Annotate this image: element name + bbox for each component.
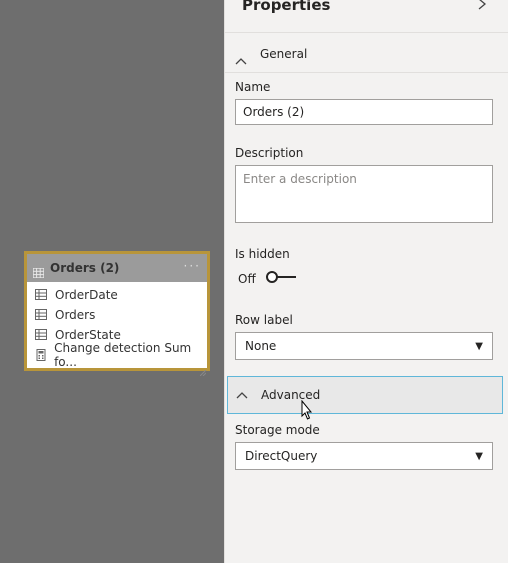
table-column-icon [35, 289, 49, 301]
resize-grip-icon[interactable] [199, 361, 207, 377]
chevron-up-icon [235, 50, 247, 65]
calculator-icon [35, 349, 48, 361]
table-column-icon [35, 309, 49, 321]
row-label-select[interactable]: None ▼ [235, 332, 493, 360]
model-canvas[interactable]: Orders (2) ··· OrderDate Orders OrderSta… [0, 0, 224, 563]
chevron-up-icon [236, 391, 248, 399]
field-label: Change detection Sum fo... [54, 341, 192, 369]
divider [225, 32, 508, 33]
field-label: OrderState [55, 328, 121, 342]
section-advanced-header[interactable]: Advanced [227, 376, 503, 414]
storage-mode-select[interactable]: DirectQuery ▼ [235, 442, 493, 470]
storage-mode-label: Storage mode [235, 423, 320, 437]
description-label: Description [235, 146, 304, 160]
row-label-label: Row label [235, 313, 293, 327]
table-card-title: Orders (2) [50, 261, 120, 275]
toggle-state-label: Off [238, 271, 256, 286]
is-hidden-toggle[interactable]: Off [238, 269, 297, 288]
mouse-pointer-icon [298, 399, 314, 422]
field-row-orders[interactable]: Orders [27, 305, 207, 325]
field-row-orderdate[interactable]: OrderDate [27, 285, 207, 305]
more-options-icon[interactable]: ··· [184, 259, 201, 273]
table-field-list: OrderDate Orders OrderState Change detec… [27, 282, 207, 369]
storage-mode-value: DirectQuery [245, 449, 318, 463]
is-hidden-label: Is hidden [235, 247, 290, 261]
table-card-orders-2[interactable]: Orders (2) ··· OrderDate Orders OrderSta… [24, 251, 210, 377]
table-icon [32, 263, 45, 279]
table-card-header[interactable]: Orders (2) ··· [27, 254, 207, 282]
toggle-switch-icon[interactable] [265, 269, 297, 288]
field-row-change-detection[interactable]: Change detection Sum fo... [27, 341, 207, 369]
table-column-icon [35, 329, 49, 341]
field-label: Orders [55, 308, 96, 322]
field-label: OrderDate [55, 288, 118, 302]
panel-title: Properties [242, 0, 331, 14]
name-input-value: Orders (2) [243, 105, 305, 119]
row-label-value: None [245, 339, 277, 353]
description-textarea[interactable]: Enter a description [235, 165, 493, 223]
dropdown-arrow-icon: ▼ [475, 340, 483, 352]
description-placeholder: Enter a description [243, 172, 357, 186]
name-label: Name [235, 80, 271, 94]
section-general-header[interactable]: General [225, 35, 503, 73]
section-general-label: General [260, 47, 308, 61]
dropdown-arrow-icon: ▼ [475, 450, 483, 462]
chevron-right-icon[interactable] [477, 0, 487, 15]
divider [225, 72, 508, 73]
name-input[interactable]: Orders (2) [235, 99, 493, 125]
properties-panel: Properties General Name Orders (2) Descr… [224, 0, 508, 563]
